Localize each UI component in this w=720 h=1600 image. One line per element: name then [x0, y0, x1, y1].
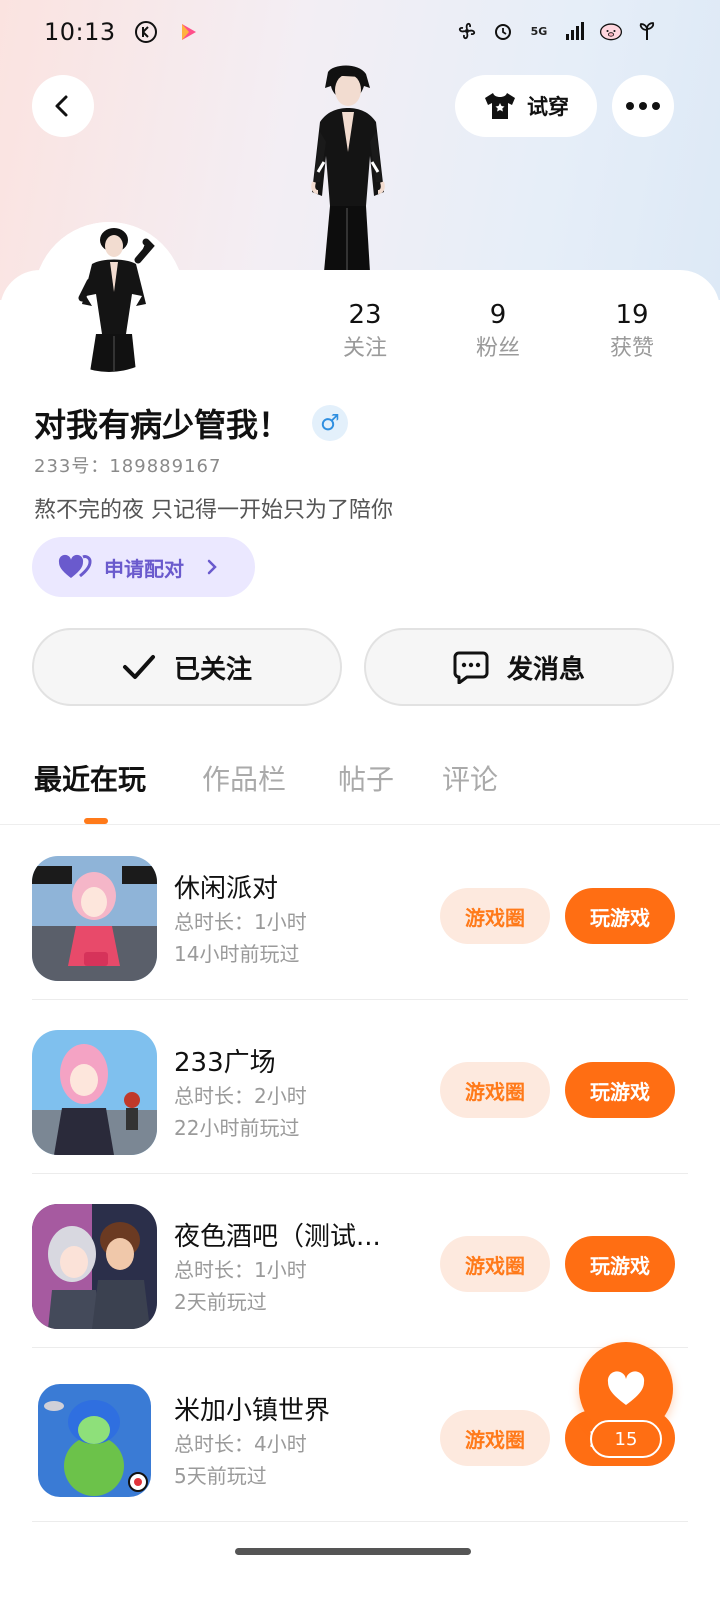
alarm-icon [490, 18, 516, 44]
chevron-right-icon [207, 559, 217, 575]
game-row[interactable]: 休闲派对 总时长：1小时 14小时前玩过 游戏圈 玩游戏 [0, 826, 720, 1000]
tab-comments[interactable]: 评论 [442, 758, 498, 798]
tab-recently-played[interactable]: 最近在玩 [34, 758, 146, 798]
signal-5g-icon: 5G [526, 18, 552, 44]
home-indicator[interactable] [235, 1548, 471, 1555]
game-total-duration: 总时长：2小时 [174, 1084, 307, 1108]
game-circle-button[interactable]: 游戏圈 [440, 888, 550, 944]
following-count: 23 [348, 300, 382, 330]
user-id: 233号：189889167 [34, 456, 222, 477]
try-on-button[interactable]: 试穿 [455, 75, 597, 137]
chat-bubble-icon [453, 651, 489, 684]
game-last-played: 5天前玩过 [174, 1464, 267, 1488]
tabs-divider [0, 824, 720, 825]
game-row[interactable]: 夜色酒吧（测试... 总时长：1小时 2天前玩过 游戏圈 玩游戏 [0, 1174, 720, 1348]
male-gender-icon: ♂ [312, 405, 349, 441]
gender-symbol: ♂ [320, 410, 340, 436]
play-game-button[interactable]: 玩游戏 [565, 1236, 675, 1292]
status-indicators: 5G [454, 18, 660, 44]
game-total-duration: 总时长：4小时 [174, 1432, 307, 1456]
game-title: 夜色酒吧（测试... [174, 1222, 381, 1252]
fan-icon [454, 18, 480, 44]
game-circle-button[interactable]: 游戏圈 [440, 1236, 550, 1292]
status-time: 10:13 [44, 18, 116, 46]
game-title: 米加小镇世界 [174, 1396, 331, 1426]
stat-likes[interactable]: 19 获赞 [572, 298, 692, 366]
tab-works[interactable]: 作品栏 [202, 758, 286, 798]
stat-followers[interactable]: 9 粉丝 [438, 298, 558, 366]
game-title: 休闲派对 [174, 874, 279, 904]
back-button[interactable] [32, 75, 94, 137]
game-total-duration: 总时长：1小时 [174, 910, 307, 934]
chevron-left-icon [55, 95, 68, 117]
request-pair-button[interactable]: 申请配对 [32, 537, 255, 597]
heart-icon [607, 1371, 645, 1405]
game-circle-button[interactable]: 游戏圈 [440, 1410, 550, 1466]
profile-stats: 23 关注 9 粉丝 19 获赞 [300, 298, 700, 368]
followed-label: 已关注 [173, 654, 252, 685]
following-label: 关注 [342, 336, 387, 361]
game-title: 233广场 [174, 1048, 276, 1078]
username-row: 对我有病少管我！ ♂ [34, 400, 349, 446]
game-last-played: 22小时前玩过 [174, 1116, 300, 1140]
tshirt-icon [485, 93, 515, 119]
game-last-played: 14小时前玩过 [174, 942, 300, 966]
request-pair-label: 申请配对 [104, 556, 184, 581]
row-divider [32, 1521, 688, 1522]
sprout-icon [634, 18, 660, 44]
send-message-label: 发消息 [506, 654, 585, 685]
game-circle-button[interactable]: 游戏圈 [440, 1062, 550, 1118]
game-last-played: 2天前玩过 [174, 1290, 267, 1314]
double-heart-icon [58, 554, 92, 578]
tab-posts[interactable]: 帖子 [338, 758, 394, 798]
profile-avatar[interactable] [34, 222, 184, 372]
followed-button[interactable]: 已关注 [32, 628, 342, 706]
profile-tabs: 最近在玩 作品栏 帖子 评论 [34, 758, 694, 818]
likes-count: 19 [615, 300, 649, 330]
followers-count: 9 [489, 300, 507, 330]
network-label: 5G [530, 24, 548, 38]
play-game-button[interactable]: 玩游戏 [565, 888, 675, 944]
more-dots-icon [626, 102, 660, 110]
more-options-button[interactable] [612, 75, 674, 137]
try-on-label: 试穿 [527, 95, 569, 119]
game-thumbnail[interactable] [32, 1030, 157, 1155]
username: 对我有病少管我！ [34, 406, 291, 444]
avatar-3d-figure[interactable] [290, 62, 405, 272]
signal-bars-icon [562, 18, 588, 44]
game-thumbnail[interactable] [32, 1204, 157, 1329]
user-bio: 熬不完的夜 只记得一开始只为了陪你 [34, 498, 393, 523]
followers-label: 粉丝 [475, 336, 520, 361]
game-total-duration: 总时长：1小时 [174, 1258, 307, 1282]
play-game-button[interactable]: 玩游戏 [565, 1062, 675, 1118]
game-thumbnail[interactable] [32, 856, 157, 981]
game-row[interactable]: 233广场 总时长：2小时 22小时前玩过 游戏圈 玩游戏 [0, 1000, 720, 1174]
like-count-badge: 15 [590, 1420, 662, 1458]
checkmark-icon [122, 655, 155, 679]
k-app-icon [134, 20, 158, 44]
video-app-icon [176, 20, 200, 44]
send-message-button[interactable]: 发消息 [364, 628, 674, 706]
likes-label: 获赞 [609, 336, 654, 361]
game-thumbnail[interactable] [32, 1378, 157, 1503]
stat-following[interactable]: 23 关注 [305, 298, 425, 366]
pig-battery-icon [598, 18, 624, 44]
